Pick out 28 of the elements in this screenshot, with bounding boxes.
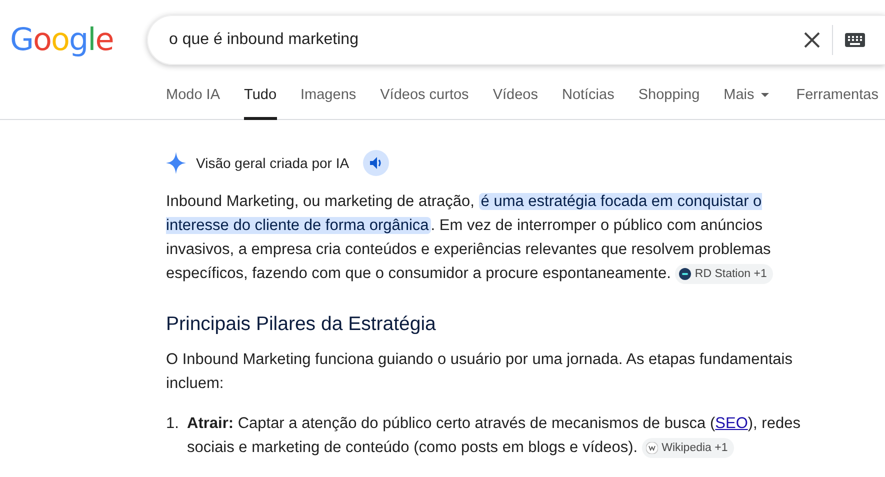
link[interactable]: SEO [715,415,748,432]
source-chip[interactable]: RD Station +1 [674,264,773,284]
tab[interactable]: Vídeos [492,72,538,120]
tab[interactable]: Imagens [300,72,356,120]
source-chip[interactable]: Wikipedia +1 [642,438,734,458]
section-heading: Principais Pilares da Estratégia [166,312,437,336]
tab[interactable]: Notícias [562,72,614,120]
listen-button[interactable] [363,150,390,176]
tab[interactable]: Vídeos curtos [380,72,469,120]
tab[interactable]: Shopping [638,72,700,120]
search-input[interactable]: o que é inbound marketing [167,27,804,53]
google-logo[interactable]: Google [10,15,140,65]
speaker-icon [369,156,384,170]
tab[interactable]: Tudo [244,72,277,120]
tab[interactable]: Ferramentas [796,72,878,120]
keyboard-icon[interactable] [845,33,865,47]
sparkle-icon [166,152,186,174]
list-number: 1. [166,414,180,434]
answer-paragraph: Inbound Marketing, ou marketing de atração, é uma estratégia focada em conquistar o interesse do cliente de forma orgânica. Em vez de interromper o público com anúncios invasivos, a empresa cria conteúdos e experiências relevantes que resolvem problemas específicos, fazendo com que o consumidor a procure espontaneamente. RD Station +1 [166,192,774,286]
list-item-text: Atrair: Captar a atenção do público certo através de mecanismos de busca (SEO), redes sociais e marketing de conteúdo (como posts em blogs e vídeos). Wikipedia +1 [187,414,802,460]
tab[interactable]: Mais [724,72,772,120]
lead-paragraph: O Inbound Marketing funciona guiando o usuário por uma jornada. As etapas fundamentais incluem: [166,350,794,394]
source-icon [646,442,658,454]
search-bar[interactable]: o que é inbound marketing [147,15,885,65]
close-icon[interactable] [804,32,820,48]
tab[interactable]: Modo IA [166,72,220,120]
overview-title: Visão geral criada por IA [196,154,350,173]
source-icon [678,268,691,280]
